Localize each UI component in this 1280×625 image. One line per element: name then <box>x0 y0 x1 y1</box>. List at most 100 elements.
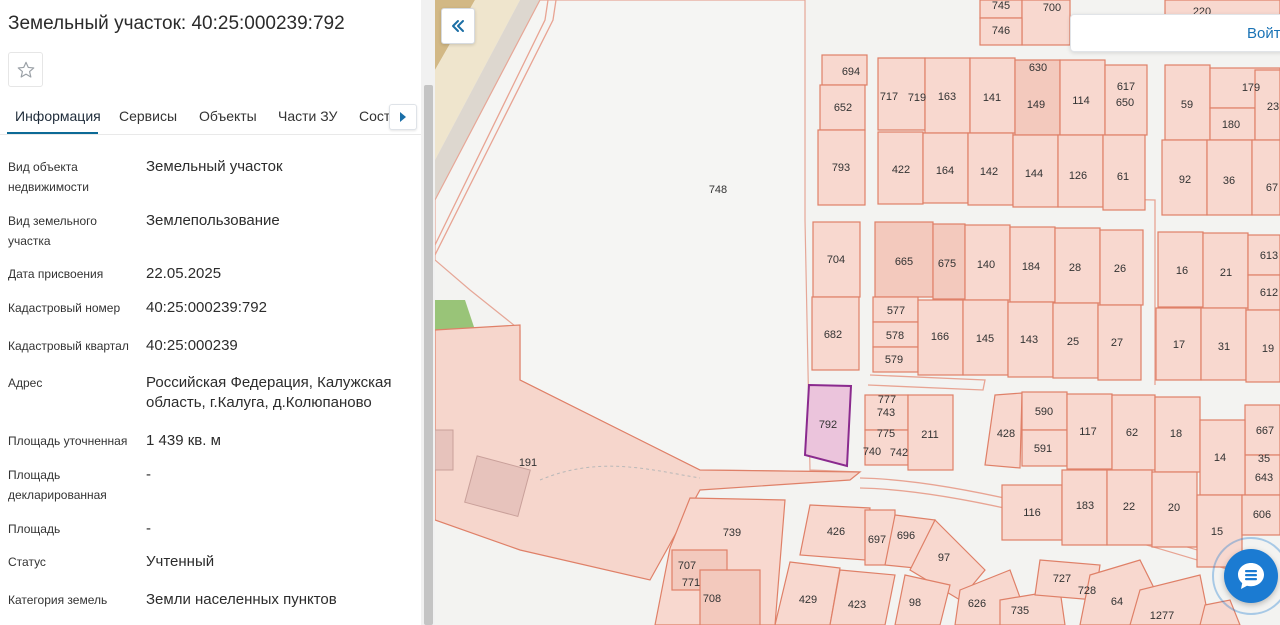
parcel-label-97[interactable]: 97 <box>938 552 950 564</box>
parcel-label-117[interactable]: 117 <box>1079 426 1097 438</box>
parcel-label-26[interactable]: 26 <box>1114 263 1126 275</box>
parcel-label-665[interactable]: 665 <box>895 256 913 268</box>
parcel-label-590[interactable]: 590 <box>1035 406 1053 418</box>
tab-parts[interactable]: Части ЗУ <box>278 108 337 124</box>
parcel-label-64[interactable]: 64 <box>1111 596 1123 608</box>
parcel-label-15[interactable]: 15 <box>1211 526 1223 538</box>
parcel-label-727[interactable]: 727 <box>1053 573 1071 585</box>
parcel-label-183[interactable]: 183 <box>1076 500 1094 512</box>
parcel-label-422[interactable]: 422 <box>892 164 910 176</box>
parcel-label-126[interactable]: 126 <box>1069 170 1087 182</box>
parcel-label-578[interactable]: 578 <box>886 330 904 342</box>
parcel-label-696[interactable]: 696 <box>897 530 915 542</box>
favorite-button[interactable] <box>8 52 43 87</box>
parcel-label-163[interactable]: 163 <box>938 91 956 103</box>
parcel-label-577[interactable]: 577 <box>887 305 905 317</box>
parcel-label-180[interactable]: 180 <box>1222 119 1240 131</box>
parcel-label-164[interactable]: 164 <box>936 165 954 177</box>
parcel-label-606[interactable]: 606 <box>1253 509 1271 521</box>
parcel-label-650[interactable]: 650 <box>1116 97 1134 109</box>
parcel-label-18[interactable]: 18 <box>1170 428 1182 440</box>
parcel-label-140[interactable]: 140 <box>977 259 995 271</box>
parcel-label-792[interactable]: 792 <box>819 419 837 431</box>
parcel-label-191[interactable]: 191 <box>519 457 537 469</box>
parcel-label-675[interactable]: 675 <box>938 258 956 270</box>
tab-services[interactable]: Сервисы <box>119 108 177 124</box>
parcel-label-67[interactable]: 67 <box>1266 182 1278 194</box>
parcel-label-98[interactable]: 98 <box>909 597 921 609</box>
parcel-label-777[interactable]: 777 <box>878 394 896 406</box>
parcel-label-143[interactable]: 143 <box>1020 334 1038 346</box>
panel-scrollbar-thumb[interactable] <box>424 85 433 625</box>
parcel-label-745[interactable]: 745 <box>992 0 1010 12</box>
parcel-label-142[interactable]: 142 <box>980 166 998 178</box>
parcel-label-728[interactable]: 728 <box>1078 585 1096 597</box>
parcel-label-617[interactable]: 617 <box>1117 81 1135 93</box>
parcel-label-591[interactable]: 591 <box>1034 443 1052 455</box>
parcel-label-682[interactable]: 682 <box>824 329 842 341</box>
login-link[interactable]: Войт <box>1247 25 1280 42</box>
parcel-label-61[interactable]: 61 <box>1117 171 1129 183</box>
parcel-label-1277[interactable]: 1277 <box>1150 610 1174 622</box>
parcel-label-719[interactable]: 719 <box>908 92 926 104</box>
map-canvas[interactable]: .p { fill: #f8d8cf; stroke: #df8068; str… <box>435 0 1280 625</box>
parcel-label-694[interactable]: 694 <box>842 66 860 78</box>
tab-objects[interactable]: Объекты <box>199 108 257 124</box>
parcel-label-748[interactable]: 748 <box>709 184 727 196</box>
parcel-label-144[interactable]: 144 <box>1025 168 1043 180</box>
parcel-label-149[interactable]: 149 <box>1027 99 1045 111</box>
parcel-label-114[interactable]: 114 <box>1072 95 1090 107</box>
parcel-label-62[interactable]: 62 <box>1126 427 1138 439</box>
parcel-label-740[interactable]: 740 <box>863 446 881 458</box>
parcel-label-92[interactable]: 92 <box>1179 174 1191 186</box>
parcel-label-27[interactable]: 27 <box>1111 337 1123 349</box>
parcel-label-31[interactable]: 31 <box>1218 341 1230 353</box>
parcel-label-793[interactable]: 793 <box>832 162 850 174</box>
parcel-label-36[interactable]: 36 <box>1223 175 1235 187</box>
parcel-label-426[interactable]: 426 <box>827 526 845 538</box>
parcel-label-652[interactable]: 652 <box>834 102 852 114</box>
parcel-label-717[interactable]: 717 <box>880 91 898 103</box>
parcel-label-735[interactable]: 735 <box>1011 605 1029 617</box>
tab-information[interactable]: Информация <box>15 108 101 124</box>
parcel-label-742[interactable]: 742 <box>890 447 908 459</box>
parcel-label-184[interactable]: 184 <box>1022 261 1040 273</box>
chat-button[interactable] <box>1224 549 1278 603</box>
parcel-label-166[interactable]: 166 <box>931 331 949 343</box>
parcel-label-35[interactable]: 35 <box>1258 453 1270 465</box>
parcel-label-20[interactable]: 20 <box>1168 502 1180 514</box>
parcel-label-746[interactable]: 746 <box>992 25 1010 37</box>
parcel-label-179[interactable]: 179 <box>1242 82 1260 94</box>
parcel-label-423[interactable]: 423 <box>848 599 866 611</box>
parcel-label-21[interactable]: 21 <box>1220 267 1232 279</box>
parcel-label-612[interactable]: 612 <box>1260 287 1278 299</box>
parcel-label-707[interactable]: 707 <box>678 560 696 572</box>
parcel-label-697[interactable]: 697 <box>868 534 886 546</box>
parcel-label-613[interactable]: 613 <box>1260 250 1278 262</box>
parcel-label-579[interactable]: 579 <box>885 354 903 366</box>
parcel-label-667[interactable]: 667 <box>1256 425 1274 437</box>
collapse-panel-button[interactable] <box>441 8 475 44</box>
cadastral-map[interactable]: .p { fill: #f8d8cf; stroke: #df8068; str… <box>435 0 1280 625</box>
parcel-label-775[interactable]: 775 <box>877 428 895 440</box>
parcel-label-17[interactable]: 17 <box>1173 339 1185 351</box>
parcel-label-141[interactable]: 141 <box>983 92 1001 104</box>
parcel-label-743[interactable]: 743 <box>877 407 895 419</box>
parcel-label-145[interactable]: 145 <box>976 333 994 345</box>
parcel-label-626[interactable]: 626 <box>968 598 986 610</box>
parcel-label-429[interactable]: 429 <box>799 594 817 606</box>
parcel-label-116[interactable]: 116 <box>1023 507 1041 519</box>
parcel-label-59[interactable]: 59 <box>1181 99 1193 111</box>
parcel-label-630[interactable]: 630 <box>1029 62 1047 74</box>
parcel-label-23[interactable]: 23 <box>1267 101 1279 113</box>
parcel-label-771[interactable]: 771 <box>682 577 700 589</box>
parcel-label-643[interactable]: 643 <box>1255 472 1273 484</box>
parcel-label-19[interactable]: 19 <box>1262 343 1274 355</box>
parcel-label-700[interactable]: 700 <box>1043 2 1061 14</box>
parcel-label-16[interactable]: 16 <box>1176 265 1188 277</box>
parcel-label-25[interactable]: 25 <box>1067 336 1079 348</box>
parcel-label-211[interactable]: 211 <box>921 429 939 441</box>
parcel-label-22[interactable]: 22 <box>1123 501 1135 513</box>
parcel-label-704[interactable]: 704 <box>827 254 845 266</box>
parcel-label-739[interactable]: 739 <box>723 527 741 539</box>
